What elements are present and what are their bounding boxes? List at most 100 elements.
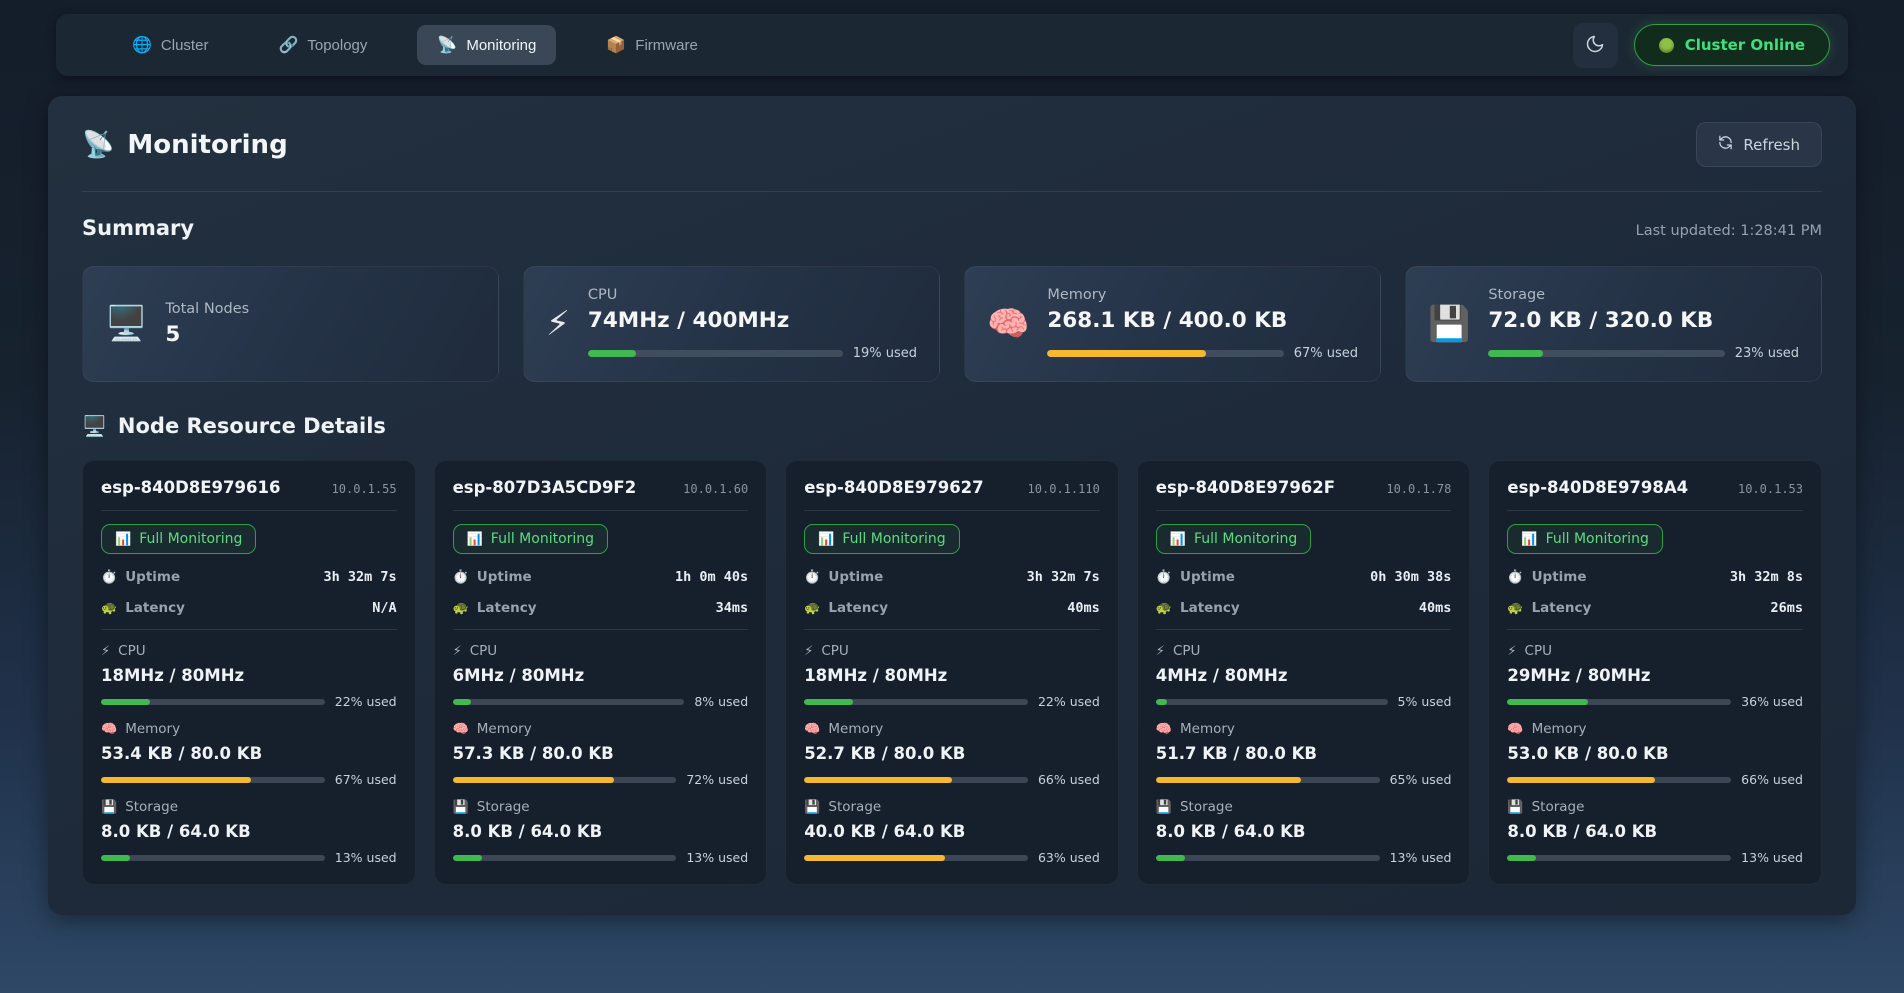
status-label: Cluster Online: [1685, 36, 1805, 54]
memory-metric: 🧠Memory 57.3 KB / 80.0 KB 72% used: [453, 721, 749, 787]
tab-label: Firmware: [635, 37, 698, 54]
lightning-icon: ⚡: [546, 307, 570, 341]
full-monitoring-badge: 📊 Full Monitoring: [101, 524, 256, 554]
node-card: esp-840D8E979616 10.0.1.55 📊 Full Monito…: [82, 460, 416, 885]
metric-name: CPU: [821, 643, 848, 659]
node-name: esp-840D8E979616: [101, 478, 280, 497]
metric-name: Memory: [1180, 721, 1235, 737]
card-label: Memory: [1047, 287, 1358, 303]
progress-bar: [1156, 699, 1388, 705]
bar-chart-icon: 📊: [1170, 532, 1186, 547]
tab-label: Topology: [307, 37, 367, 54]
progress-bar: [1047, 350, 1283, 357]
progress-bar: [1488, 350, 1724, 357]
progress-bar: [453, 699, 685, 705]
bar-chart-icon: 📊: [115, 532, 131, 547]
progress-bar: [804, 855, 1028, 861]
metric-value: 18MHz / 80MHz: [804, 666, 1100, 685]
progress-bar: [804, 777, 1028, 783]
package-icon: 📦: [606, 35, 626, 55]
badge-label: Full Monitoring: [1546, 531, 1649, 547]
progress-fill: [101, 699, 150, 705]
storage-metric: 💾Storage 8.0 KB / 64.0 KB 13% used: [101, 799, 397, 865]
percent-used-label: 67% used: [335, 772, 397, 787]
badge-label: Full Monitoring: [491, 531, 594, 547]
metric-name: Storage: [1180, 799, 1233, 815]
percent-used-label: 23% used: [1735, 346, 1799, 361]
tab-cluster[interactable]: 🌐 Cluster: [112, 25, 228, 65]
card-label: Total Nodes: [165, 301, 476, 317]
tab-firmware[interactable]: 📦 Firmware: [586, 25, 717, 65]
monitoring-panel: 📡 Monitoring Refresh Summary Last update…: [48, 96, 1856, 915]
memory-metric: 🧠Memory 52.7 KB / 80.0 KB 66% used: [804, 721, 1100, 787]
monitor-icon: 🖥️: [82, 414, 107, 438]
metric-value: 29MHz / 80MHz: [1507, 666, 1803, 685]
uptime-value: 1h 0m 40s: [675, 569, 748, 585]
metric-value: 4MHz / 80MHz: [1156, 666, 1452, 685]
tab-label: Cluster: [161, 37, 209, 54]
storage-metric: 💾Storage 40.0 KB / 64.0 KB 63% used: [804, 799, 1100, 865]
cpu-metric: ⚡CPU 18MHz / 80MHz 22% used: [804, 643, 1100, 709]
turtle-icon: 🐢: [453, 601, 469, 616]
tab-topology[interactable]: 🔗 Topology: [258, 25, 387, 65]
progress-bar: [1507, 777, 1731, 783]
percent-used-label: 63% used: [1038, 850, 1100, 865]
memory-metric: 🧠Memory 53.4 KB / 80.0 KB 67% used: [101, 721, 397, 787]
divider: [453, 629, 749, 630]
lightning-icon: ⚡: [101, 644, 110, 659]
satellite-dish-icon: 📡: [82, 130, 114, 160]
node-name: esp-840D8E9798A4: [1507, 478, 1688, 497]
full-monitoring-badge: 📊 Full Monitoring: [1156, 524, 1311, 554]
memory-metric: 🧠Memory 53.0 KB / 80.0 KB 66% used: [1507, 721, 1803, 787]
floppy-disk-icon: 💾: [804, 800, 820, 815]
metric-value: 8.0 KB / 64.0 KB: [1156, 822, 1452, 841]
metric-name: CPU: [470, 643, 497, 659]
refresh-button[interactable]: Refresh: [1696, 122, 1822, 167]
latency-value: 40ms: [1419, 600, 1452, 616]
divider: [1156, 510, 1452, 511]
link-icon: 🔗: [278, 35, 298, 55]
metric-value: 53.0 KB / 80.0 KB: [1507, 744, 1803, 763]
turtle-icon: 🐢: [804, 601, 820, 616]
stopwatch-icon: ⏱️: [1507, 570, 1523, 585]
refresh-label: Refresh: [1743, 136, 1800, 154]
page-title: 📡 Monitoring: [82, 130, 288, 160]
uptime-label: ⏱️Uptime: [1507, 569, 1586, 585]
progress-fill: [1507, 855, 1536, 861]
lightning-icon: ⚡: [804, 644, 813, 659]
full-monitoring-badge: 📊 Full Monitoring: [453, 524, 608, 554]
metric-name: CPU: [1173, 643, 1200, 659]
storage-metric: 💾Storage 8.0 KB / 64.0 KB 13% used: [453, 799, 749, 865]
divider: [453, 510, 749, 511]
latency-label: 🐢Latency: [1156, 600, 1240, 616]
metric-value: 52.7 KB / 80.0 KB: [804, 744, 1100, 763]
badge-label: Full Monitoring: [1194, 531, 1297, 547]
storage-metric: 💾Storage 8.0 KB / 64.0 KB 13% used: [1507, 799, 1803, 865]
brain-icon: 🧠: [453, 722, 469, 737]
full-monitoring-badge: 📊 Full Monitoring: [804, 524, 959, 554]
cpu-metric: ⚡CPU 6MHz / 80MHz 8% used: [453, 643, 749, 709]
cpu-summary-card: ⚡ CPU 74MHz / 400MHz 19% used: [523, 266, 940, 382]
tab-monitoring[interactable]: 📡 Monitoring: [417, 25, 556, 65]
panel-header: 📡 Monitoring Refresh: [82, 122, 1822, 192]
metric-value: 6MHz / 80MHz: [453, 666, 749, 685]
node-details-heading: 🖥️ Node Resource Details: [82, 414, 1822, 438]
node-card: esp-807D3A5CD9F2 10.0.1.60 📊 Full Monito…: [434, 460, 768, 885]
metric-name: CPU: [118, 643, 145, 659]
progress-bar: [1507, 699, 1731, 705]
divider: [1156, 629, 1452, 630]
node-card: esp-840D8E979627 10.0.1.110 📊 Full Monit…: [785, 460, 1119, 885]
stopwatch-icon: ⏱️: [453, 570, 469, 585]
refresh-icon: [1718, 135, 1733, 154]
bar-chart-icon: 📊: [467, 532, 483, 547]
badge-label: Full Monitoring: [842, 531, 945, 547]
metric-name: CPU: [1525, 643, 1552, 659]
progress-fill: [804, 699, 853, 705]
stopwatch-icon: ⏱️: [1156, 570, 1172, 585]
progress-fill: [1488, 350, 1542, 357]
progress-fill: [804, 777, 952, 783]
percent-used-label: 8% used: [694, 694, 748, 709]
progress-fill: [804, 855, 945, 861]
theme-toggle-button[interactable]: [1573, 23, 1618, 68]
page-title-text: Monitoring: [127, 130, 287, 160]
